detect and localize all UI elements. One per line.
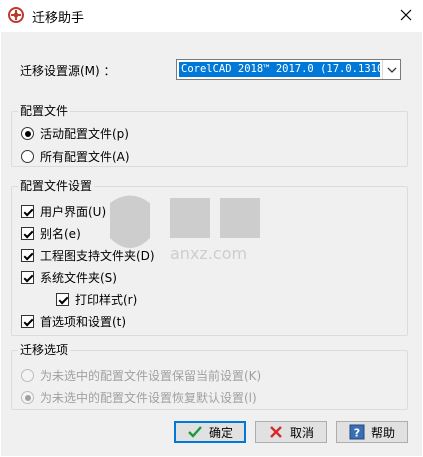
migration-options-group-legend: 迁移选项	[18, 343, 71, 357]
ok-button[interactable]: 确定	[174, 421, 246, 443]
checkmark-icon	[187, 424, 203, 440]
source-selected-value: CorelCAD 2018™ 2017.0 (17.0.1310)	[179, 62, 380, 77]
profile-settings-group-legend: 配置文件设置	[18, 179, 95, 193]
cancel-button-label: 取消	[289, 425, 314, 440]
close-x-icon	[268, 424, 284, 440]
checkbox-label: 用户界面(U)	[40, 205, 107, 219]
radio-keep-current-settings[interactable]: 为未选中的配置文件设置保留当前设置(K)	[21, 367, 261, 384]
checkbox-label: 系统文件夹(S)	[40, 271, 117, 285]
window-title: 迁移助手	[32, 11, 85, 26]
close-icon	[400, 9, 412, 21]
cancel-button[interactable]: 取消	[255, 421, 327, 443]
checkbox-system-folders[interactable]: 系统文件夹(S)	[21, 269, 117, 286]
checkbox-indicator[interactable]	[21, 315, 34, 328]
svg-text:?: ?	[354, 427, 360, 440]
checkbox-label: 打印样式(r)	[75, 293, 138, 307]
checkbox-indicator[interactable]	[21, 271, 34, 284]
dropdown-arrow[interactable]	[382, 60, 400, 79]
title-bar: 迁移助手	[0, 0, 423, 32]
checkbox-aliases[interactable]: 别名(e)	[21, 225, 81, 242]
checkbox-label: 首选项和设置(t)	[40, 315, 127, 329]
source-label: 迁移设置源(M) ：	[20, 64, 116, 78]
radio-label: 为未选中的配置文件设置保留当前设置(K)	[40, 369, 262, 383]
checkbox-drawing-support-folders[interactable]: 工程图支持文件夹(D)	[21, 247, 155, 264]
profile-group-legend: 配置文件	[18, 104, 71, 118]
help-button-label: 帮助	[370, 425, 395, 440]
checkbox-indicator[interactable]	[21, 249, 34, 262]
ok-button-label: 确定	[208, 425, 233, 440]
app-logo-icon	[8, 7, 24, 23]
radio-label: 所有配置文件(A)	[40, 150, 130, 164]
radio-restore-default-settings[interactable]: 为未选中的配置文件设置恢复默认设置(l)	[21, 389, 257, 406]
radio-label: 为未选中的配置文件设置恢复默认设置(l)	[40, 391, 257, 405]
checkbox-indicator[interactable]	[21, 205, 34, 218]
radio-label: 活动配置文件(p)	[40, 127, 129, 141]
checkbox-label: 别名(e)	[40, 227, 81, 241]
checkbox-preferences-settings[interactable]: 首选项和设置(t)	[21, 313, 126, 330]
radio-indicator[interactable]	[21, 127, 34, 140]
close-button[interactable]	[389, 0, 423, 30]
radio-indicator[interactable]	[21, 150, 34, 163]
help-button[interactable]: ? 帮助	[336, 421, 408, 443]
checkbox-label: 工程图支持文件夹(D)	[40, 249, 155, 263]
help-icon: ?	[349, 424, 365, 440]
checkbox-user-interface[interactable]: 用户界面(U)	[21, 203, 106, 220]
checkbox-indicator[interactable]	[56, 293, 69, 306]
radio-all-profiles[interactable]: 所有配置文件(A)	[21, 148, 130, 165]
checkbox-print-styles[interactable]: 打印样式(r)	[56, 291, 137, 308]
chevron-down-icon	[387, 67, 396, 73]
radio-active-profile[interactable]: 活动配置文件(p)	[21, 125, 129, 142]
radio-indicator[interactable]	[21, 369, 34, 382]
checkbox-indicator[interactable]	[21, 227, 34, 240]
source-dropdown[interactable]: CorelCAD 2018™ 2017.0 (17.0.1310)	[176, 59, 401, 80]
radio-indicator[interactable]	[21, 391, 34, 404]
